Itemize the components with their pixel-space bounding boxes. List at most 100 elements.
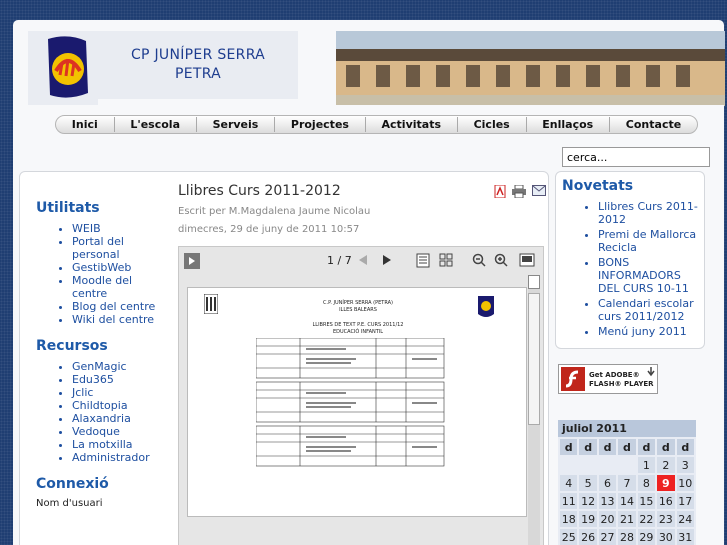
school-crest-icon bbox=[478, 296, 494, 317]
calendar-day[interactable]: 30 bbox=[657, 529, 675, 545]
scroll-thumb[interactable] bbox=[528, 293, 540, 425]
calendar-day[interactable]: 15 bbox=[637, 493, 656, 509]
calendar-day[interactable]: 11 bbox=[560, 493, 578, 509]
fullscreen-icon[interactable] bbox=[519, 253, 535, 267]
link-vedoque[interactable]: Vedoque bbox=[72, 425, 166, 438]
calendar-day[interactable]: 3 bbox=[676, 457, 694, 473]
calendar-day[interactable]: 31 bbox=[676, 529, 694, 545]
link-blog[interactable]: Blog del centre bbox=[72, 300, 166, 313]
calendar-day[interactable]: 12 bbox=[579, 493, 597, 509]
calendar-day[interactable]: 9 bbox=[657, 475, 675, 491]
print-icon[interactable] bbox=[512, 185, 526, 198]
viewer-toolbar: 1 / 7 bbox=[179, 247, 543, 274]
flash-player-badge[interactable]: Get ADOBE® FLASH® PLAYER bbox=[558, 364, 658, 394]
menu-item-projectes[interactable]: Projectes bbox=[279, 118, 361, 131]
zoom-in-icon[interactable] bbox=[494, 253, 508, 267]
single-page-view-icon[interactable] bbox=[416, 253, 430, 268]
pdf-icon[interactable] bbox=[494, 185, 506, 198]
calendar-day[interactable]: 2 bbox=[657, 457, 675, 473]
viewer-scrollbar[interactable] bbox=[528, 275, 540, 545]
next-page-icon[interactable] bbox=[381, 254, 393, 266]
site-title: CP JUNÍPER SERRA PETRA bbox=[98, 31, 298, 99]
menu-item-cicles[interactable]: Cicles bbox=[462, 118, 522, 131]
weekday-header: d bbox=[676, 439, 694, 455]
calendar-day[interactable]: 4 bbox=[560, 475, 578, 491]
link-moodle[interactable]: Moodle del centre bbox=[72, 274, 166, 300]
article: Llibres Curs 2011-2012 Escrit per M.Magd… bbox=[178, 183, 548, 239]
calendar-day[interactable]: 21 bbox=[618, 511, 636, 527]
article-tools bbox=[494, 185, 546, 198]
calendar-day[interactable]: 17 bbox=[676, 493, 694, 509]
link-jclic[interactable]: Jclic bbox=[72, 386, 166, 399]
calendar-empty-cell bbox=[579, 457, 597, 473]
calendar-day[interactable]: 18 bbox=[560, 511, 578, 527]
news-item[interactable]: Premi de Mallorca Recicla bbox=[598, 228, 698, 254]
calendar-day[interactable]: 27 bbox=[598, 529, 617, 545]
calendar-week: 25 26 27 28 29 30 31 bbox=[560, 529, 694, 545]
document-viewer[interactable]: 1 / 7 C.P. JUNÍPER SERRA (PETRA) ILLES B… bbox=[178, 246, 544, 545]
calendar-empty-cell bbox=[618, 457, 636, 473]
news-item[interactable]: Calendari escolar curs 2011/2012 bbox=[598, 297, 698, 323]
calendar-day[interactable]: 14 bbox=[618, 493, 636, 509]
calendar-day[interactable]: 19 bbox=[579, 511, 597, 527]
news-item[interactable]: Llibres Curs 2011-2012 bbox=[598, 200, 698, 226]
link-weib[interactable]: WEIB bbox=[72, 222, 166, 235]
calendar-day[interactable]: 10 bbox=[676, 475, 694, 491]
menu-item-activitats[interactable]: Activitats bbox=[370, 118, 454, 131]
link-administrador[interactable]: Administrador bbox=[72, 451, 166, 464]
calendar-day[interactable]: 6 bbox=[598, 475, 617, 491]
calendar-day[interactable]: 5 bbox=[579, 475, 597, 491]
calendar-day[interactable]: 25 bbox=[560, 529, 578, 545]
link-gestibweb[interactable]: GestibWeb bbox=[72, 261, 166, 274]
menu-item-escola[interactable]: L'escola bbox=[118, 118, 192, 131]
calendar-week: 4 5 6 7 8 9 10 bbox=[560, 475, 694, 491]
calendar-day[interactable]: 16 bbox=[657, 493, 675, 509]
doc-heading: LLIBRES DE TEXT P.E. CURS 2011/12 bbox=[312, 322, 404, 328]
government-crest-icon bbox=[204, 294, 218, 314]
weekday-header: d bbox=[598, 439, 617, 455]
calendar-week: 11 12 13 14 15 16 17 bbox=[560, 493, 694, 509]
calendar-day[interactable]: 8 bbox=[637, 475, 656, 491]
menu-item-enllacos[interactable]: Enllaços bbox=[530, 118, 605, 131]
site-title-line1: CP JUNÍPER SERRA bbox=[130, 47, 266, 63]
flash-line1: Get ADOBE® bbox=[589, 371, 640, 379]
menu-separator bbox=[609, 117, 611, 132]
menu-item-contacte[interactable]: Contacte bbox=[614, 118, 693, 131]
scroll-up-button[interactable] bbox=[528, 275, 540, 289]
news-item[interactable]: BONS INFORMADORS DEL CURS 10-11 bbox=[598, 256, 698, 295]
zoom-out-icon[interactable] bbox=[472, 253, 486, 267]
link-childtopia[interactable]: Childtopia bbox=[72, 399, 166, 412]
link-wiki[interactable]: Wiki del centre bbox=[72, 313, 166, 326]
calendar-day[interactable]: 23 bbox=[657, 511, 675, 527]
search-input[interactable] bbox=[562, 147, 710, 167]
doc-heading2: EDUCACIÓ INFANTIL bbox=[332, 329, 384, 335]
prev-page-icon[interactable] bbox=[357, 254, 369, 266]
link-alaxandria[interactable]: Alaxandria bbox=[72, 412, 166, 425]
menu-item-inici[interactable]: Inici bbox=[60, 118, 110, 131]
link-motxilla[interactable]: La motxilla bbox=[72, 438, 166, 451]
link-edu365[interactable]: Edu365 bbox=[72, 373, 166, 386]
calendar-day[interactable]: 1 bbox=[637, 457, 656, 473]
calendar-day[interactable]: 28 bbox=[618, 529, 636, 545]
link-portal-personal[interactable]: Portal del personal bbox=[72, 235, 166, 261]
calendar-day[interactable]: 7 bbox=[618, 475, 636, 491]
download-arrow-icon bbox=[647, 367, 655, 377]
calendar-day[interactable]: 20 bbox=[598, 511, 617, 527]
grid-view-icon[interactable] bbox=[439, 253, 453, 267]
calendar-grid: d d d d d d d 123 4 5 6 7 8 9 10 11 12 13 14 15 16 1… bbox=[558, 437, 696, 545]
email-icon[interactable] bbox=[532, 185, 546, 196]
calendar-empty-cell bbox=[560, 457, 578, 473]
news-item[interactable]: Menú juny 2011 bbox=[598, 325, 698, 338]
calendar-day[interactable]: 22 bbox=[637, 511, 656, 527]
google-docs-icon[interactable] bbox=[184, 253, 200, 269]
calendar-day[interactable]: 26 bbox=[579, 529, 597, 545]
calendar-day[interactable]: 13 bbox=[598, 493, 617, 509]
left-sidebar: Utilitats WEIB Portal del personal Gesti… bbox=[36, 200, 166, 509]
article-title[interactable]: Llibres Curs 2011-2012 bbox=[178, 183, 548, 199]
school-logo[interactable] bbox=[28, 31, 98, 105]
calendar-day[interactable]: 24 bbox=[676, 511, 694, 527]
menu-separator bbox=[456, 117, 458, 132]
menu-item-serveis[interactable]: Serveis bbox=[201, 118, 271, 131]
calendar-day[interactable]: 29 bbox=[637, 529, 656, 545]
link-genmagic[interactable]: GenMagic bbox=[72, 360, 166, 373]
